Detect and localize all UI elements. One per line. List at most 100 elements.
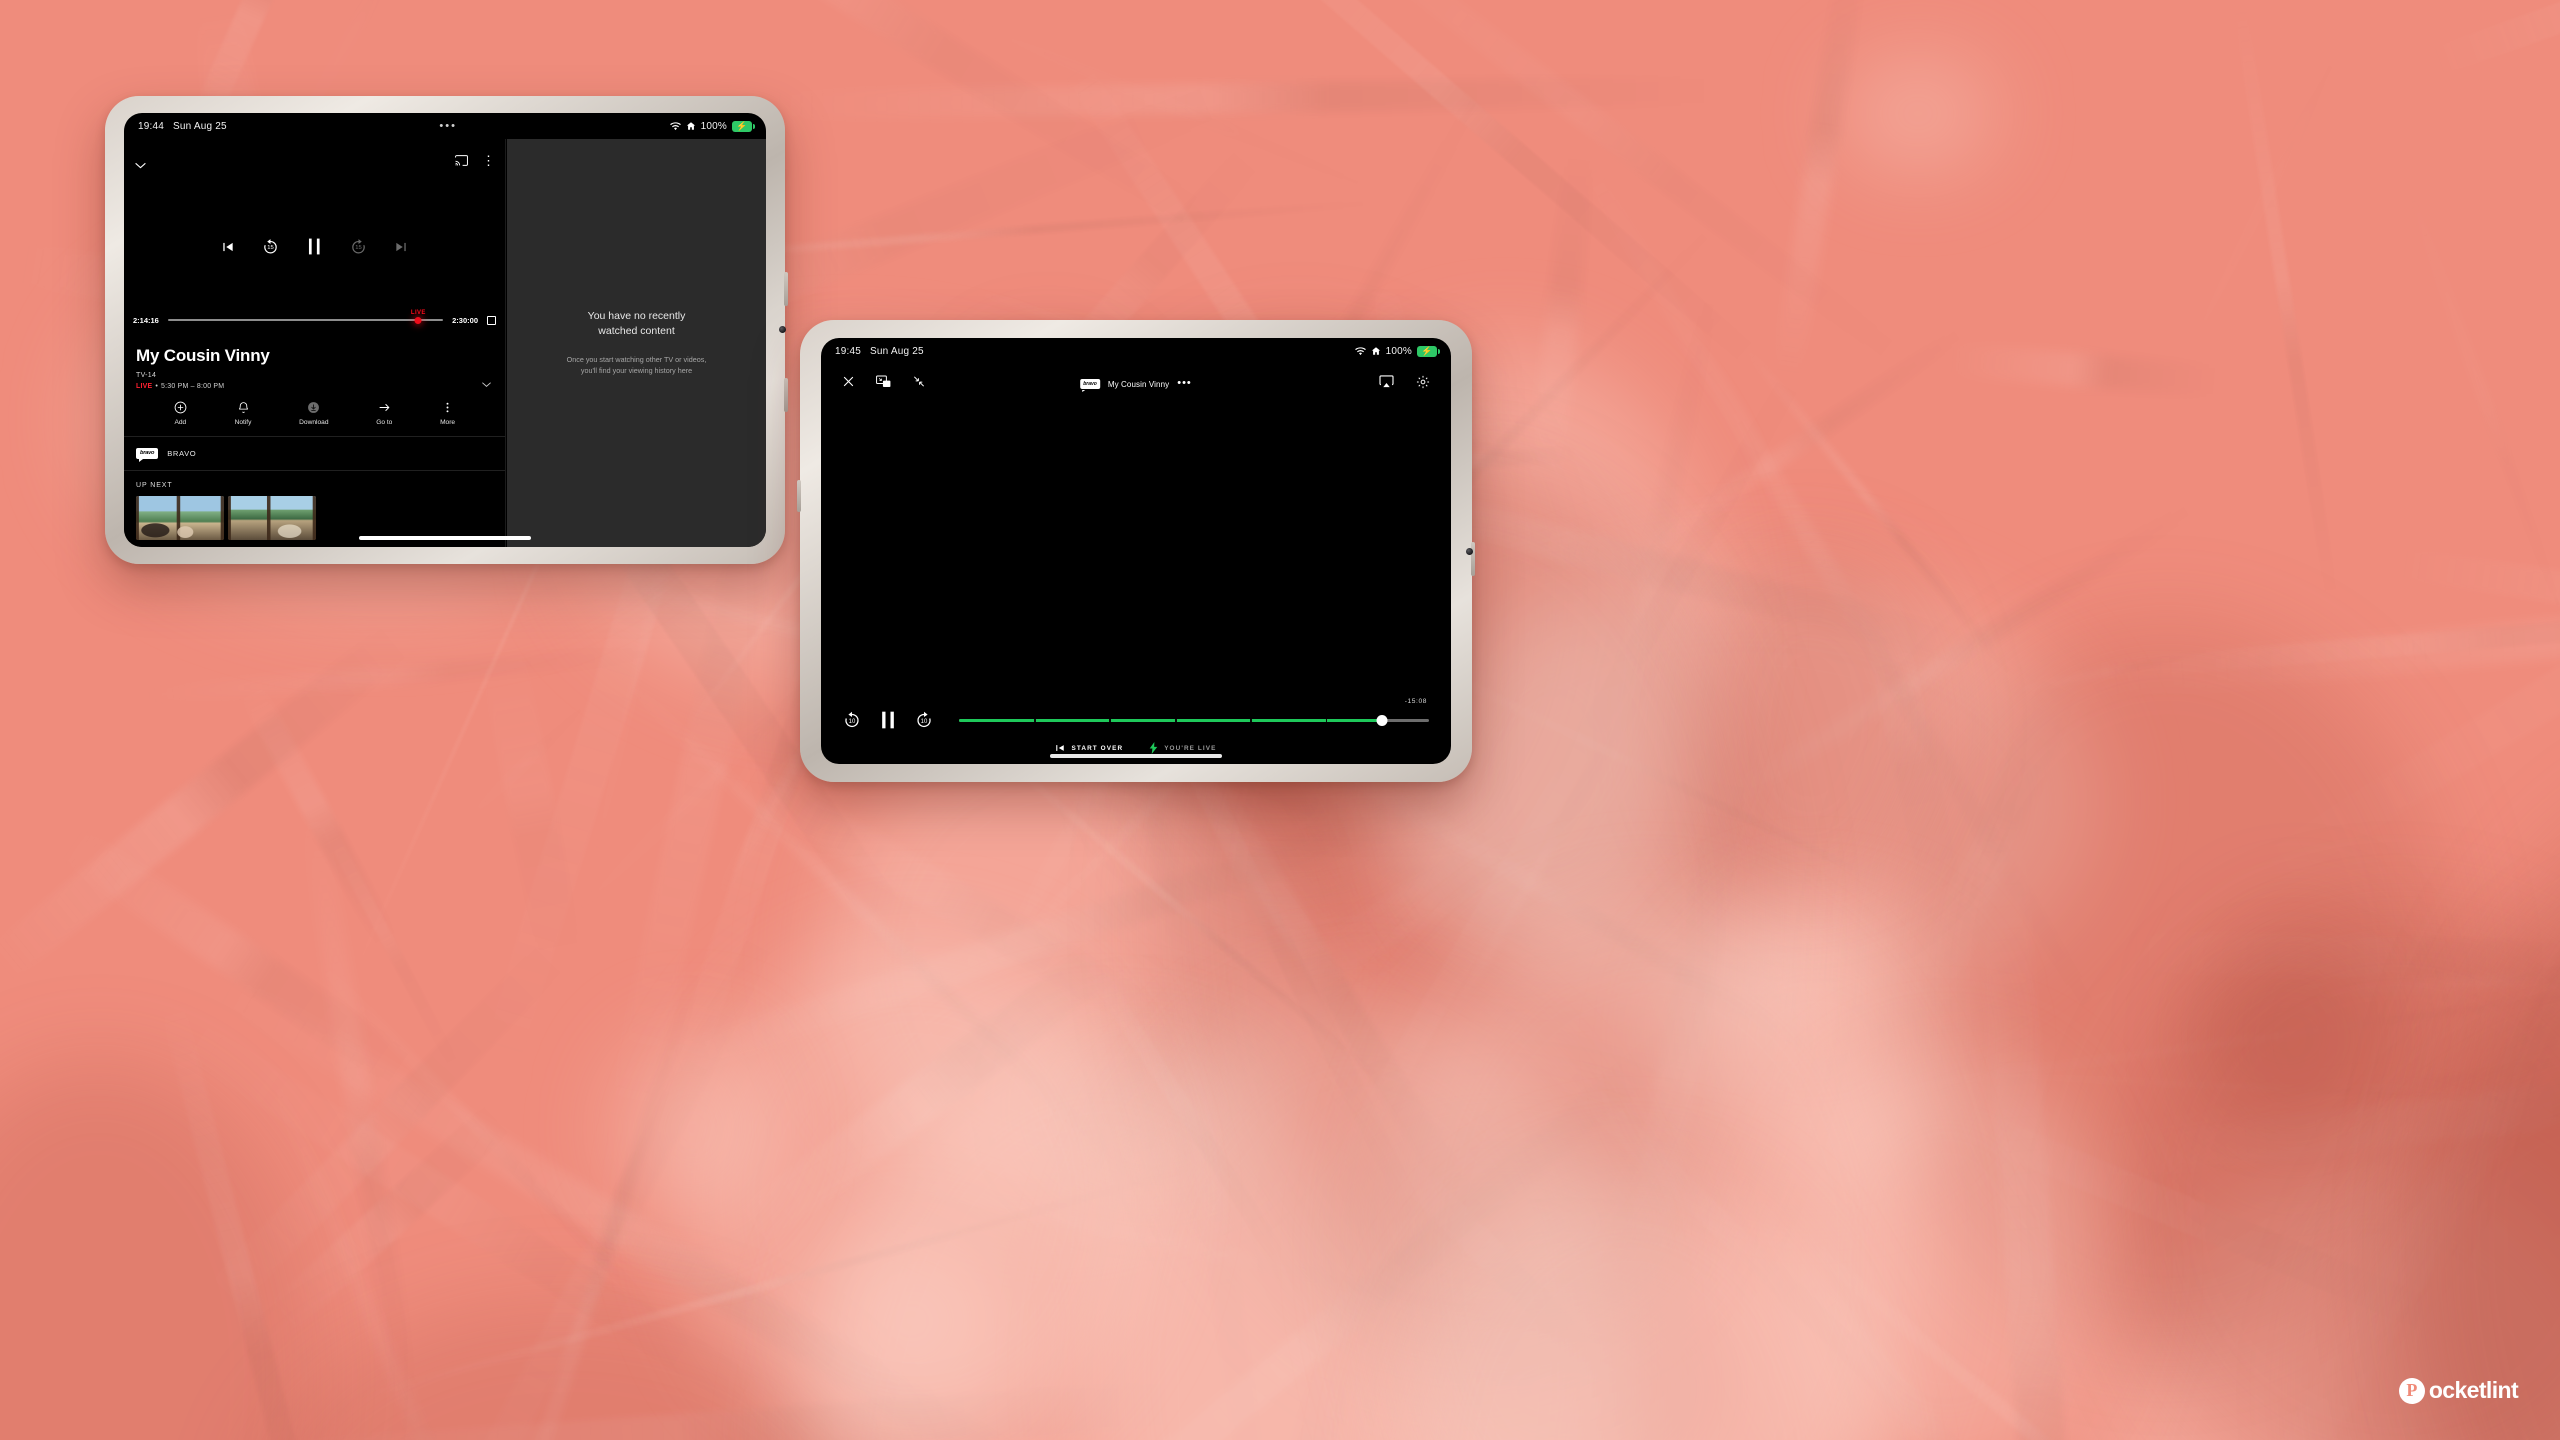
action-bar: Add Notify Download Go to More — [124, 390, 505, 437]
home-icon — [1371, 346, 1381, 356]
network-row[interactable]: bravo BRAVO — [124, 437, 505, 471]
pause-button[interactable] — [879, 710, 897, 730]
elapsed-time: 2:14:16 — [133, 315, 159, 325]
forward-10-button[interactable]: 10 — [915, 711, 933, 729]
bottom-label-row: START OVER YOU'RE LIVE — [843, 742, 1429, 754]
start-over-button[interactable]: START OVER — [1055, 743, 1123, 753]
action-notify[interactable]: Notify — [234, 401, 252, 426]
airtime-text: 5:30 PM – 8:00 PM — [161, 383, 225, 390]
tablet-left-side-button[interactable] — [784, 272, 788, 306]
list-item[interactable] — [228, 496, 316, 540]
empty-state-title-line1: You have no recently — [587, 309, 686, 322]
pause-button[interactable] — [306, 237, 323, 256]
tablet-left-screen: 19:44 Sun Aug 25 ••• 100% ⚡ ⋮ 15 15 2:14… — [124, 113, 766, 547]
tablet-right-side-button-2[interactable] — [1471, 542, 1475, 576]
overflow-dots-icon[interactable]: ••• — [1177, 378, 1192, 388]
seek-handle[interactable] — [414, 316, 422, 324]
pocketlint-mark-letter: P — [2406, 1380, 2418, 1400]
close-icon[interactable] — [842, 375, 855, 393]
battery-charging-icon: ⚡ — [1417, 345, 1440, 357]
seek-bar-row: 2:14:16 LIVE 2:30:00 — [124, 310, 505, 327]
battery-percent: 100% — [1385, 345, 1412, 357]
tablet-left: 19:44 Sun Aug 25 ••• 100% ⚡ ⋮ 15 15 2:14… — [105, 96, 788, 564]
svg-text:15: 15 — [267, 245, 273, 251]
chapter-marker — [1250, 718, 1252, 722]
expand-details-icon[interactable] — [481, 375, 492, 393]
skip-next-button[interactable] — [394, 240, 408, 254]
picture-in-picture-icon[interactable] — [876, 375, 891, 393]
progress-handle[interactable] — [1376, 714, 1388, 726]
seek-track — [167, 319, 444, 321]
seek-bar[interactable]: LIVE — [167, 310, 444, 327]
transport-controls: 10 10 — [843, 710, 1429, 730]
empty-state-sub-line1: Once you start watching other TV or vide… — [566, 355, 707, 365]
youre-live-label: YOU'RE LIVE — [1164, 744, 1217, 752]
up-next-heading: UP NEXT — [136, 482, 173, 489]
video-surface[interactable]: ⋮ 15 15 2:14:16 LIVE 2:30:00 — [124, 139, 505, 335]
action-add-label: Add — [174, 419, 187, 426]
tablet-right-screen: 19:45 Sun Aug 25 100% ⚡ bravo My Cousin … — [821, 338, 1451, 764]
cast-icon[interactable] — [455, 155, 468, 166]
live-label: LIVE — [410, 310, 426, 316]
gear-icon[interactable] — [1416, 375, 1430, 394]
tablet-left-side-button-2[interactable] — [784, 378, 788, 412]
home-indicator[interactable] — [1050, 754, 1222, 758]
airplay-icon[interactable] — [1379, 375, 1394, 393]
bolt-icon — [1149, 742, 1158, 754]
status-time: 19:44 — [138, 120, 165, 132]
status-date: Sun Aug 25 — [173, 120, 227, 132]
skip-to-start-icon — [1056, 745, 1065, 751]
chapter-marker — [1175, 718, 1177, 722]
action-add[interactable]: Add — [174, 401, 187, 426]
now-playing-title-group: bravo My Cousin Vinny ••• — [1080, 378, 1192, 392]
video-top-right-icons: ⋮ — [455, 154, 495, 167]
tablet-right-camera — [1466, 548, 1473, 555]
minimize-arrows-icon[interactable] — [912, 375, 926, 393]
status-menu-dots[interactable]: ••• — [439, 120, 457, 132]
status-bar-left: 19:44 Sun Aug 25 ••• 100% ⚡ — [124, 113, 766, 139]
recently-watched-panel: You have no recently watched content Onc… — [507, 139, 766, 547]
start-over-label: START OVER — [1071, 744, 1124, 752]
home-indicator[interactable] — [359, 536, 531, 540]
tablet-right: 19:45 Sun Aug 25 100% ⚡ bravo My Cousin … — [797, 320, 1475, 782]
wifi-icon — [669, 121, 681, 131]
pocketlint-wordmark: ocketlint — [2428, 1377, 2519, 1403]
pocketlint-watermark: P ocketlint — [2398, 1377, 2519, 1404]
duration-time: 2:30:00 — [452, 315, 478, 325]
action-download[interactable]: Download — [299, 401, 328, 426]
vertical-dots-icon[interactable]: ⋮ — [482, 154, 495, 167]
battery-charging-icon: ⚡ — [732, 120, 755, 132]
up-next-list — [124, 496, 505, 540]
chevron-down-icon[interactable] — [134, 157, 147, 175]
playback-controls: 15 15 — [124, 237, 505, 256]
battery-percent: 100% — [700, 120, 727, 132]
tablet-right-side-button[interactable] — [797, 480, 801, 512]
network-name: BRAVO — [167, 449, 197, 458]
progress-fill — [959, 718, 1382, 722]
action-goto-label: Go to — [376, 419, 393, 426]
player-pane: ⋮ 15 15 2:14:16 LIVE 2:30:00 My Cousin V… — [124, 139, 506, 547]
action-more[interactable]: More — [440, 401, 455, 426]
svg-text:10: 10 — [849, 719, 856, 725]
progress-slider[interactable] — [959, 712, 1429, 728]
empty-state-sub-line2: you'll find your viewing history here — [580, 366, 693, 376]
empty-state-title: You have no recently watched content — [588, 309, 686, 339]
action-goto[interactable]: Go to — [376, 401, 392, 426]
svg-text:10: 10 — [921, 719, 928, 725]
replay-15-button[interactable]: 15 — [262, 238, 279, 255]
home-icon — [686, 121, 696, 131]
wifi-icon — [1354, 346, 1366, 356]
fullscreen-icon[interactable] — [487, 315, 496, 325]
list-item[interactable] — [136, 496, 224, 540]
youre-live-button[interactable]: YOU'RE LIVE — [1149, 742, 1216, 754]
skip-previous-button[interactable] — [221, 240, 235, 254]
content-rating: TV-14 — [136, 372, 157, 379]
forward-15-button[interactable]: 15 — [350, 238, 367, 255]
action-notify-label: Notify — [234, 419, 252, 426]
status-date: Sun Aug 25 — [870, 345, 924, 357]
player-top-bar: bravo My Cousin Vinny ••• — [821, 364, 1451, 404]
tablet-left-camera — [779, 326, 786, 333]
svg-text:15: 15 — [355, 245, 361, 251]
replay-10-button[interactable]: 10 — [843, 711, 861, 729]
program-metadata: My Cousin Vinny TV-14 LIVE • 5:30 PM – 8:0… — [124, 335, 505, 390]
